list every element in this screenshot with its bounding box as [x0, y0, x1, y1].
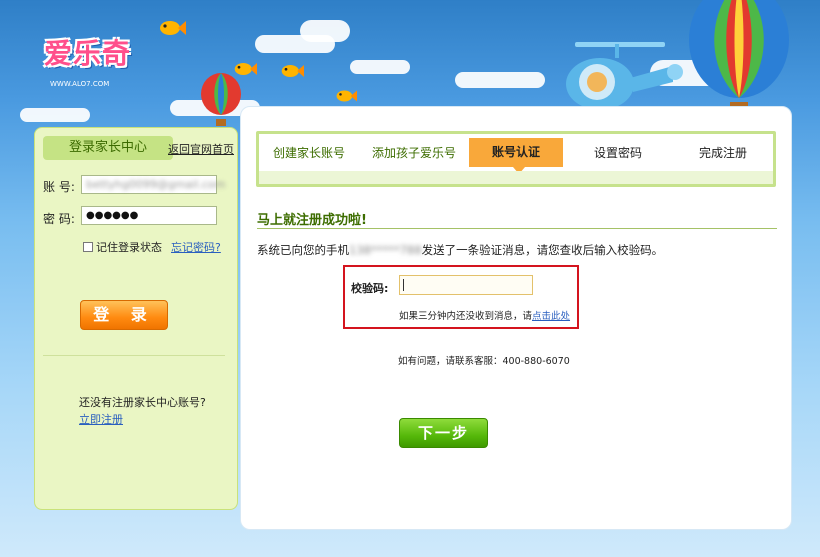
phone-number: 138*****788	[349, 243, 422, 257]
login-panel-title: 登录家长中心	[43, 136, 173, 160]
verify-message-prefix: 系统已向您的手机	[257, 243, 349, 257]
step-account-verify: 账号认证	[469, 138, 563, 174]
password-field[interactable]: ●●●●●●	[81, 206, 217, 225]
cloud-decoration	[300, 20, 350, 42]
fish-icon	[281, 65, 304, 77]
steps-bar	[259, 171, 773, 184]
helicopter-icon	[566, 42, 683, 110]
remember-login-label: 记住登录状态	[96, 241, 162, 254]
cloud-decoration	[20, 108, 90, 122]
cloud-decoration	[455, 72, 545, 88]
title-divider	[257, 228, 777, 229]
resend-hint-text: 如果三分钟内还没收到消息，请	[399, 311, 533, 322]
account-label: 账 号:	[43, 180, 75, 194]
fish-icon	[336, 90, 357, 102]
fish-icon	[160, 21, 186, 35]
no-account-text: 还没有注册家长中心账号?	[79, 396, 206, 409]
logo-text: 爱乐奇	[44, 37, 132, 70]
contact-support-text: 如有问题，请联系客服：400-880-6070	[398, 356, 570, 367]
main-panel: 创建家长账号 添加孩子爱乐号 账号认证 设置密码 完成注册 马上就注册成功啦! …	[240, 106, 792, 530]
password-value: ●●●●●●	[86, 210, 139, 221]
registration-steps: 创建家长账号 添加孩子爱乐号 账号认证 设置密码 完成注册	[256, 131, 776, 187]
password-label: 密 码:	[43, 212, 75, 226]
remember-login-row: 记住登录状态 忘记密码?	[83, 239, 221, 255]
step-set-password: 设置密码	[593, 146, 642, 160]
remember-login-checkbox[interactable]	[83, 242, 93, 252]
home-link[interactable]: 返回官网首页	[168, 141, 234, 157]
verify-message: 系统已向您的手机138*****788发送了一条验证消息，请您查收后输入校验码。	[257, 242, 663, 258]
register-link[interactable]: 立即注册	[79, 411, 123, 427]
success-title: 马上就注册成功啦!	[257, 213, 367, 228]
step-add-child: 添加孩子爱乐号	[371, 146, 456, 160]
logo-url: WWW.ALO7.COM	[50, 80, 110, 88]
code-label: 校验码:	[351, 282, 389, 295]
login-panel: 登录家长中心 返回官网首页 账 号: bettyhg0099@gmail.com…	[34, 127, 238, 510]
account-field[interactable]: bettyhg0099@gmail.com	[81, 175, 225, 194]
hot-air-balloon-icon	[201, 73, 241, 126]
next-step-button[interactable]: 下一步	[399, 418, 488, 448]
step-finish: 完成注册	[698, 146, 747, 160]
account-value: bettyhg0099@gmail.com	[86, 178, 226, 191]
forgot-password-link[interactable]: 忘记密码?	[171, 239, 221, 255]
verify-message-suffix: 发送了一条验证消息，请您查收后输入校验码。	[421, 243, 664, 257]
login-button[interactable]: 登 录	[80, 300, 168, 330]
cloud-decoration	[350, 60, 410, 74]
resend-link[interactable]: 点击此处	[532, 311, 570, 322]
verification-code-input[interactable]	[399, 275, 533, 295]
verification-code-box: 校验码: 如果三分钟内还没收到消息，请点击此处	[343, 265, 579, 329]
panel-divider	[43, 355, 225, 356]
step-create-account: 创建家长账号	[272, 146, 345, 160]
site-logo[interactable]: 爱乐奇 WWW.ALO7.COM	[40, 22, 150, 92]
resend-hint: 如果三分钟内还没收到消息，请点击此处	[399, 308, 570, 322]
hot-air-balloon-icon	[689, 0, 789, 114]
